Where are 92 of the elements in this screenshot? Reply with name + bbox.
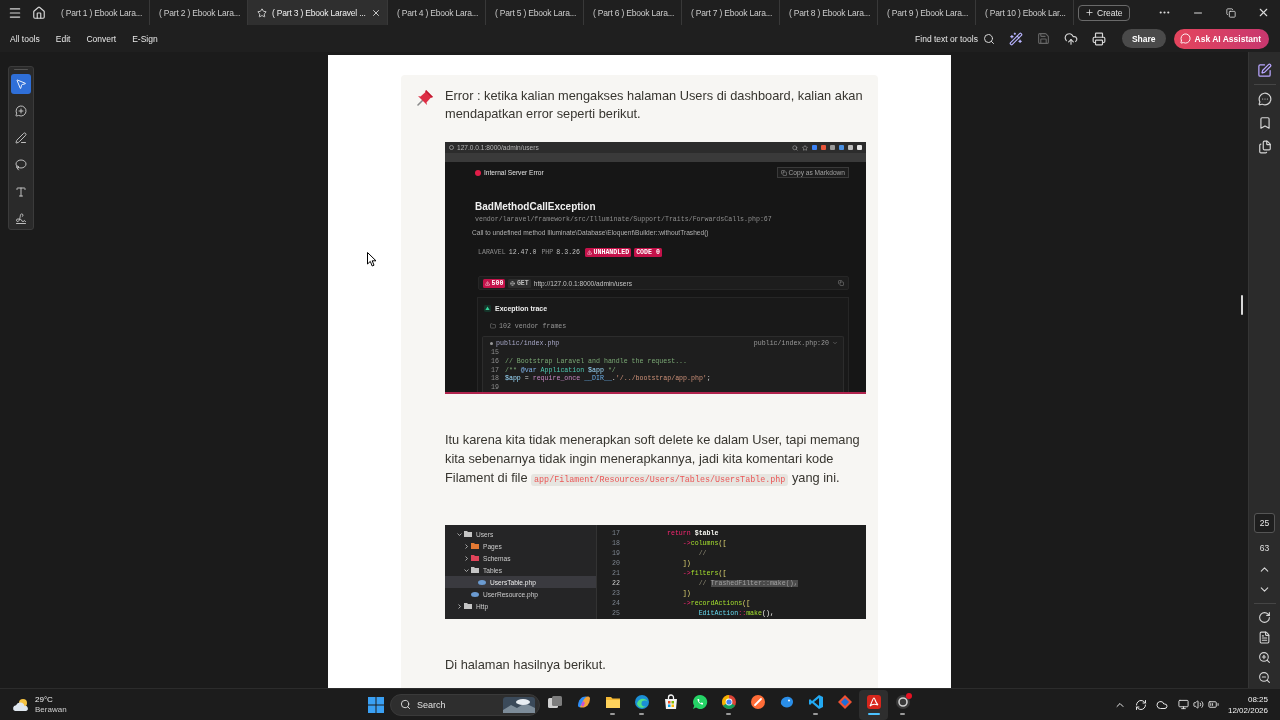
chevron-icon[interactable]: [457, 603, 462, 609]
printer-icon[interactable]: [1091, 31, 1106, 46]
monitor-icon[interactable]: [1177, 699, 1189, 710]
zoom-out-icon[interactable]: [1258, 671, 1271, 684]
pen-icon: [15, 132, 27, 144]
wave-icon: [633, 694, 650, 710]
save-icon[interactable]: [1036, 32, 1050, 45]
segmented-circle-icon: [720, 694, 737, 710]
magic-wand-icon[interactable]: [1008, 31, 1023, 46]
copy-icon: [780, 169, 787, 176]
landscape-icon: [503, 696, 535, 713]
star-icon[interactable]: [257, 7, 267, 18]
signature-icon: [15, 213, 27, 225]
star-icon: [802, 144, 808, 151]
page-count: 63: [1259, 542, 1270, 555]
weather-condition: Berawan: [35, 704, 67, 715]
menu-item[interactable]: Edit: [55, 33, 71, 44]
copy-icon: [838, 280, 844, 286]
close-icon[interactable]: [371, 7, 381, 18]
battery-icon[interactable]: [1207, 699, 1219, 710]
share-button[interactable]: Share: [1121, 29, 1166, 48]
comment-icon[interactable]: [1257, 92, 1272, 106]
callout-text: Error : ketika kalian mengakses halaman Users di dashboard, kalian akan mendapatkan error seperti berikut.: [445, 87, 864, 123]
diamond-icon: [836, 694, 853, 710]
menu-item[interactable]: All tools: [10, 33, 40, 44]
clock[interactable]: 08:25 12/02/2026: [1227, 693, 1268, 716]
document-icon[interactable]: [1258, 631, 1271, 644]
pushpin-icon: [415, 88, 435, 108]
document-tab[interactable]: ( Part 3 ) Ebook Laravel ...: [248, 0, 388, 25]
menu-icon[interactable]: [8, 5, 22, 20]
mouse-pointer-icon: [367, 252, 377, 267]
warning-icon: [587, 250, 593, 255]
trace-icon: [484, 304, 491, 312]
taskbar-app[interactable]: [859, 689, 888, 720]
scroll-thumb[interactable]: [1241, 295, 1243, 315]
overlapping-windows-icon: [546, 694, 563, 710]
menu-item[interactable]: E-Sign: [132, 33, 158, 44]
cloud-icon[interactable]: [1155, 698, 1168, 711]
cloud-upload-icon[interactable]: [1063, 31, 1078, 46]
exception-title: BadMethodCallException: [475, 200, 597, 214]
sync-icon[interactable]: [1134, 698, 1147, 711]
chat-icon: [1179, 33, 1191, 44]
find-tools-label[interactable]: Find text or tools: [915, 33, 978, 44]
shopping-bag-icon: [662, 694, 679, 710]
swirl-icon: [575, 694, 592, 710]
menu-item[interactable]: Convert: [86, 33, 117, 44]
globe-icon: [510, 280, 516, 286]
drag-handle[interactable]: [14, 69, 28, 70]
site-info-icon: [449, 145, 454, 150]
chevron-icon[interactable]: [464, 567, 469, 573]
rotate-icon[interactable]: [1258, 611, 1271, 624]
restore-icon[interactable]: [1225, 7, 1236, 18]
chevron-icon: [832, 340, 838, 346]
triangle-tile-icon: [865, 694, 882, 710]
blob-icon: [778, 694, 795, 710]
chevron-icon[interactable]: [457, 531, 462, 537]
page-number-field[interactable]: 25: [1254, 513, 1275, 533]
home-icon[interactable]: [32, 5, 46, 20]
lasso-icon: [15, 159, 27, 171]
select-icon: [15, 78, 27, 90]
plus-icon: [1085, 8, 1094, 17]
start-icon[interactable]: [367, 696, 384, 713]
chat-bubble-icon: [691, 694, 708, 710]
search-icon: [400, 699, 411, 710]
bookmark-icon[interactable]: [1257, 116, 1272, 130]
body-text: Di halaman hasilnya berikut.: [445, 656, 607, 674]
edit-icon[interactable]: [1257, 63, 1272, 78]
dot-icon: [490, 341, 493, 345]
zoom-in-icon[interactable]: [1258, 651, 1271, 664]
search-icon[interactable]: [982, 32, 995, 45]
ai-assistant-button[interactable]: Ask AI Assistant: [1173, 28, 1269, 49]
tool-button[interactable]: [11, 74, 31, 94]
chevron-icon[interactable]: [464, 555, 469, 561]
files-icon[interactable]: [1257, 140, 1272, 154]
create-button[interactable]: Create: [1078, 4, 1130, 21]
folder-icon: [490, 323, 496, 329]
chevron-icon[interactable]: [464, 543, 469, 549]
partly-cloudy-icon[interactable]: [12, 697, 30, 712]
comment-icon: [15, 105, 27, 117]
search-icon: [792, 144, 798, 151]
search-box[interactable]: Search: [390, 693, 540, 716]
folder-icon: [604, 694, 621, 710]
warning-icon: [485, 280, 490, 286]
text-icon: [15, 186, 27, 198]
close-icon[interactable]: [1257, 6, 1270, 19]
round-app-icon: [749, 694, 766, 710]
body-text: Itu karena kita tidak menerapkan soft delete ke dalam User, tapi memang kita sebenarnya tidak ingin menerapkannya, jadi kita komentari kode Filament di file app/Filament/Resources/Users/Tables/UsersTable.php yang ini.: [445, 431, 861, 488]
speaker-icon[interactable]: [1192, 699, 1204, 710]
ring-app-icon: [894, 694, 911, 710]
ribbon-icon: [807, 694, 824, 710]
status-icon: [475, 169, 481, 176]
temperature: 29°C: [35, 694, 54, 705]
